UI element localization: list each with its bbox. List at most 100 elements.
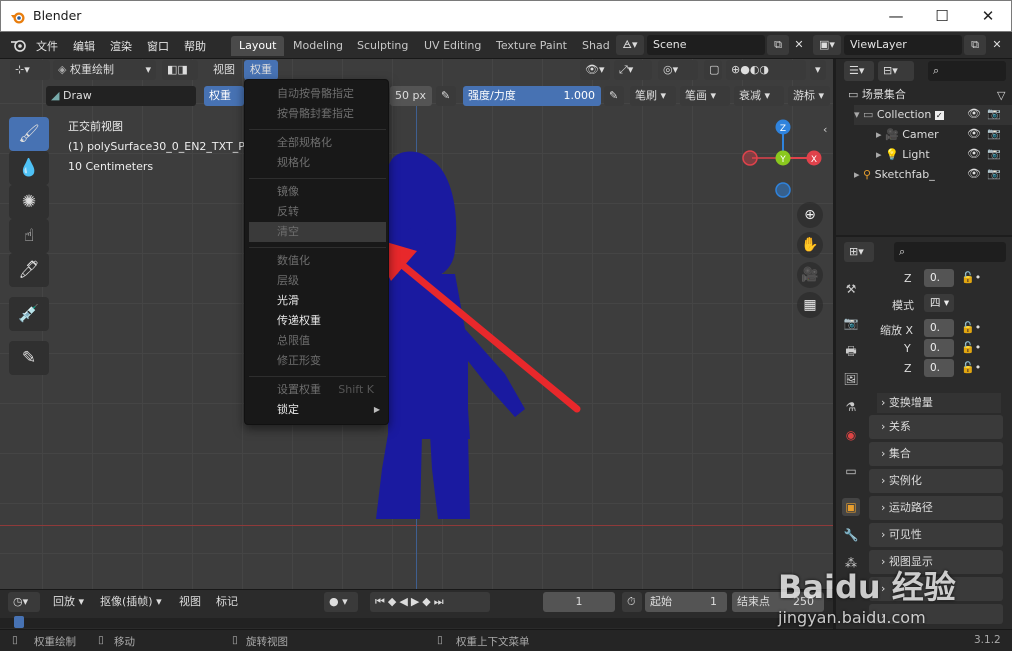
mode-selector[interactable]: ◈ 权重绘制 ▾ [53, 60, 156, 80]
playhead[interactable] [14, 616, 24, 628]
outliner-editor-icon[interactable]: ☰▾ [844, 61, 874, 81]
lock-icon[interactable]: 🔓• [961, 361, 981, 374]
close-button[interactable]: ✕ [965, 1, 1011, 32]
viewlayer-close-icon[interactable]: ✕ [986, 35, 1008, 55]
render-tab-icon[interactable]: 📷 [842, 314, 860, 332]
stroke-dropdown[interactable]: 笔画 ▾ [680, 86, 730, 106]
tab-sculpting[interactable]: Sculpting [349, 36, 416, 56]
menu-item-assign-from-bone-heat[interactable]: 自动按骨骼指定 [249, 84, 386, 104]
camera-render-icon[interactable]: 📷 [987, 167, 1001, 180]
menu-render[interactable]: 渲染 [110, 38, 132, 54]
properties-search-input[interactable]: ⌕ [894, 242, 1006, 262]
menu-file[interactable]: 文件 [36, 38, 58, 54]
tab-uv-editing[interactable]: UV Editing [416, 36, 489, 56]
view-layer-tab-icon[interactable]: 🖼 [842, 370, 860, 388]
viewlayer-copy-icon[interactable]: ⧉ [964, 35, 986, 55]
tab-texture-paint[interactable]: Texture Paint [488, 36, 575, 56]
menu-item-mirror[interactable]: 镜像 [249, 182, 386, 202]
menu-item-locks[interactable]: 锁定 ▶ [249, 400, 386, 420]
scene-close-icon[interactable]: ✕ [788, 35, 810, 55]
viewlayer-name-field[interactable]: ViewLayer [844, 35, 962, 55]
eye-icon[interactable]: 👁 [967, 107, 981, 120]
scale-y-field[interactable]: 0. [924, 339, 954, 357]
grid-view-icon[interactable]: ▦ [797, 292, 823, 318]
draw-brush-tool-icon[interactable]: 🖌 [9, 117, 49, 151]
collection-tab-icon[interactable]: ▭ [842, 462, 860, 480]
brush-selector[interactable]: ◢ Draw [46, 86, 196, 106]
panel-collections[interactable]: › 集合 [869, 442, 1003, 466]
menu-help[interactable]: 帮助 [184, 38, 206, 54]
menu-item-fix-deforms[interactable]: 修正形变 [249, 351, 386, 371]
keying-menu[interactable]: 抠像(插帧) ▾ [100, 591, 162, 613]
scene-name-field[interactable]: Scene [647, 35, 765, 55]
camera-render-icon[interactable]: 📷 [987, 107, 1001, 120]
outliner-search-input[interactable]: ⌕ [928, 61, 1006, 81]
delta-transform-panel[interactable]: › 变换增量 [877, 393, 1001, 413]
rotation-mode-dropdown[interactable]: 四 ▾ [924, 294, 954, 312]
tab-layout[interactable]: Layout [231, 36, 285, 56]
outliner-row-camera[interactable]: ▸ 🎥 Camer [876, 125, 939, 145]
falloff-dropdown[interactable]: 衰减 ▾ [734, 86, 784, 106]
timeline-marker-menu[interactable]: 标记 [216, 591, 238, 613]
gradient-tool-icon[interactable]: 🖊 [9, 253, 49, 287]
scale-z-field[interactable]: 0. [924, 359, 954, 377]
scene-collection[interactable]: ▭ 场景集合 [848, 85, 906, 105]
start-frame-field[interactable]: 起始 1 [645, 592, 727, 612]
camera-render-icon[interactable]: 📷 [987, 147, 1001, 160]
menu-edit[interactable]: 编辑 [73, 38, 95, 54]
menu-item-normalize-all[interactable]: 全部规格化 [249, 133, 386, 153]
navigation-gizmo[interactable]: Z X Y [740, 117, 830, 207]
blender-menu-icon[interactable] [10, 37, 28, 53]
timeline-editor-icon[interactable]: ◷▾ [8, 592, 40, 612]
pan-hand-icon[interactable]: ✋ [797, 232, 823, 258]
tab-shading[interactable]: Shad [574, 36, 618, 56]
menu-item-limit-total[interactable]: 总限值 [249, 331, 386, 351]
menu-item-smooth[interactable]: 光滑 [249, 291, 386, 311]
eye-icon[interactable]: 👁 [967, 167, 981, 180]
zoom-icon[interactable]: ⊕ [797, 202, 823, 228]
eye-icon[interactable]: 👁 [967, 127, 981, 140]
eye-icon[interactable]: 👁 [967, 147, 981, 160]
radius-field[interactable]: 50 px [390, 86, 432, 106]
xray-icon[interactable]: ▢ [704, 60, 722, 80]
gizmo-toggle-icon[interactable]: ⤢▾ [614, 60, 652, 80]
filter-icon[interactable]: ▽ [992, 86, 1008, 106]
panel-relations[interactable]: › 关系 [869, 415, 1003, 439]
playback-controls-icon[interactable]: ⏮◆◀▶◆⏭ [370, 592, 490, 612]
menu-item-normalize[interactable]: 规格化 [249, 153, 386, 173]
object-tab-icon[interactable]: ▣ [842, 498, 860, 516]
annotate-tool-icon[interactable]: ✎ [9, 341, 49, 375]
z-rotation-field[interactable]: 0. [924, 269, 954, 287]
scene-copy-icon[interactable]: ⧉ [767, 35, 789, 55]
outliner-row-sketchfab[interactable]: ▸ ⚲ Sketchfab_ [854, 165, 935, 185]
panel-instancing[interactable]: › 实例化 [869, 469, 1003, 493]
average-tool-icon[interactable]: ✺ [9, 185, 49, 219]
menu-item-levels[interactable]: 层级 [249, 271, 386, 291]
scale-x-field[interactable]: 0. [924, 319, 954, 337]
lock-icon[interactable]: 🔓• [961, 341, 981, 354]
panel-motion-paths[interactable]: › 运动路径 [869, 496, 1003, 520]
strength-field[interactable]: 强度/力度 1.000 [463, 86, 601, 106]
weight-field[interactable]: 权重 [204, 86, 244, 106]
cursor-dropdown[interactable]: 游标 ▾ [788, 86, 830, 106]
world-tab-icon[interactable]: ◉ [842, 426, 860, 444]
editor-type-icon[interactable]: ⊹▾ [10, 60, 50, 80]
timeline-ruler[interactable] [0, 618, 833, 628]
panel-visibility[interactable]: › 可见性 [869, 523, 1003, 547]
menu-weights[interactable]: 权重 [244, 60, 278, 80]
brush-dropdown[interactable]: 笔刷 ▾ [630, 86, 676, 106]
record-icon[interactable]: ● ▾ [324, 592, 358, 612]
minimize-button[interactable]: — [873, 1, 919, 32]
menu-item-quantize[interactable]: 数值化 [249, 251, 386, 271]
display-mode-icon[interactable]: ⊟▾ [878, 61, 914, 81]
maximize-button[interactable]: ☐ [919, 1, 965, 32]
overlay-toggle-icon[interactable]: ◎▾ [658, 60, 698, 80]
lock-icon[interactable]: 🔓• [961, 271, 981, 284]
preview-range-icon[interactable]: ⏱ [622, 592, 642, 612]
menu-view[interactable]: 视图 [213, 59, 235, 81]
menu-item-set-weight[interactable]: 设置权重 Shift K [249, 380, 386, 400]
menu-item-clean[interactable]: 清空 [249, 222, 386, 242]
menu-item-transfer-weights[interactable]: 传递权重 [249, 311, 386, 331]
menu-item-assign-from-bone-envelopes[interactable]: 按骨骼封套指定 [249, 104, 386, 124]
modifier-tab-icon[interactable]: 🔧 [842, 526, 860, 544]
